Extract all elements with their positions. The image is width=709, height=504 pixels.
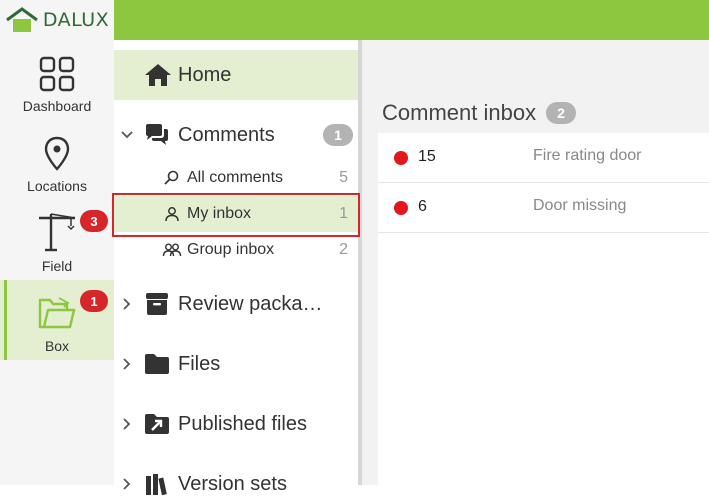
comment-id: 6 — [418, 198, 427, 215]
tree-label-published-files: Published files — [178, 412, 307, 435]
tree-item-comments[interactable]: Comments 1 — [114, 115, 358, 155]
chevron-right-icon[interactable] — [120, 357, 134, 371]
rail-label-field: Field — [41, 258, 73, 274]
brand-name: DALUX — [42, 9, 110, 31]
my-inbox-count: 1 — [339, 205, 348, 222]
group-inbox-count: 2 — [339, 241, 348, 258]
group-icon — [162, 243, 182, 257]
tree-item-review-packages[interactable]: Review packa… — [114, 284, 358, 324]
comments-count-badge: 1 — [323, 124, 353, 146]
tree-label-review-packages: Review packa… — [178, 292, 323, 315]
inbox-count-badge: 2 — [546, 102, 577, 124]
rail-label-locations: Locations — [27, 178, 87, 194]
tree-label-group-inbox: Group inbox — [187, 241, 275, 258]
published-icon — [145, 414, 169, 434]
tree-item-files[interactable]: Files — [114, 344, 358, 384]
box-notification-badge: 1 — [80, 290, 108, 312]
list-item[interactable]: 15 Fire rating door — [378, 133, 709, 183]
rail-item-locations[interactable]: Locations — [0, 120, 114, 200]
tree-label-home: Home — [178, 63, 232, 86]
rail-label-box: Box — [44, 338, 70, 354]
status-dot — [394, 201, 408, 215]
folder-icon — [145, 354, 169, 374]
tree-item-home[interactable]: Home — [114, 50, 358, 100]
page-title-text: Comment inbox — [382, 100, 537, 125]
rail-item-dashboard[interactable]: Dashboard — [0, 40, 114, 120]
page-title: Comment inbox 2 — [382, 100, 577, 126]
chevron-right-icon[interactable] — [120, 477, 134, 491]
tree-item-all-comments[interactable]: All comments 5 — [114, 160, 358, 196]
tree-item-version-sets[interactable]: Version sets — [114, 464, 358, 504]
home-icon — [145, 64, 171, 86]
field-notification-badge: 3 — [80, 210, 108, 232]
list-item[interactable]: 6 Door missing — [378, 183, 709, 233]
tree-label-my-inbox: My inbox — [187, 205, 252, 222]
comment-list: 15 Fire rating door 6 Door missing — [378, 133, 709, 485]
rail-item-field[interactable]: Field 3 — [0, 200, 114, 280]
app-logo[interactable]: DALUX — [0, 0, 114, 40]
chevron-right-icon[interactable] — [120, 297, 134, 311]
nav-rail: Dashboard Locations Field 3 Box 1 — [0, 40, 114, 485]
tree-label-comments: Comments — [178, 123, 275, 146]
all-comments-count: 5 — [339, 169, 348, 186]
comment-title: Door missing — [533, 197, 627, 214]
tree-item-group-inbox[interactable]: Group inbox 2 — [114, 232, 358, 268]
chat-icon — [146, 124, 168, 145]
chevron-down-icon[interactable] — [120, 128, 134, 142]
open-folder-icon — [38, 297, 76, 329]
map-pin-icon — [44, 136, 70, 171]
tree-label-all-comments: All comments — [187, 169, 284, 186]
main-panel: Comment inbox 2 15 Fire rating door 6 Do… — [362, 40, 709, 485]
person-icon — [165, 207, 179, 222]
folder-tree: Home Comments 1 All comments 5 My inbox … — [114, 40, 358, 496]
search-icon — [164, 170, 179, 185]
house-icon — [5, 7, 38, 32]
status-dot — [394, 151, 408, 165]
rail-item-box[interactable]: Box 1 — [0, 280, 114, 360]
tree-label-version-sets: Version sets — [178, 472, 287, 495]
rail-label-dashboard: Dashboard — [22, 98, 92, 114]
archive-icon — [146, 293, 168, 315]
comment-id: 15 — [418, 148, 436, 165]
chevron-right-icon[interactable] — [120, 417, 134, 431]
crane-icon — [39, 213, 76, 252]
tree-label-files: Files — [178, 352, 221, 375]
version-sets-icon — [146, 474, 167, 496]
tree-item-my-inbox[interactable]: My inbox 1 — [114, 196, 358, 232]
comment-title: Fire rating door — [533, 147, 642, 164]
grid-icon — [39, 56, 75, 92]
tree-item-published-files[interactable]: Published files — [114, 404, 358, 444]
